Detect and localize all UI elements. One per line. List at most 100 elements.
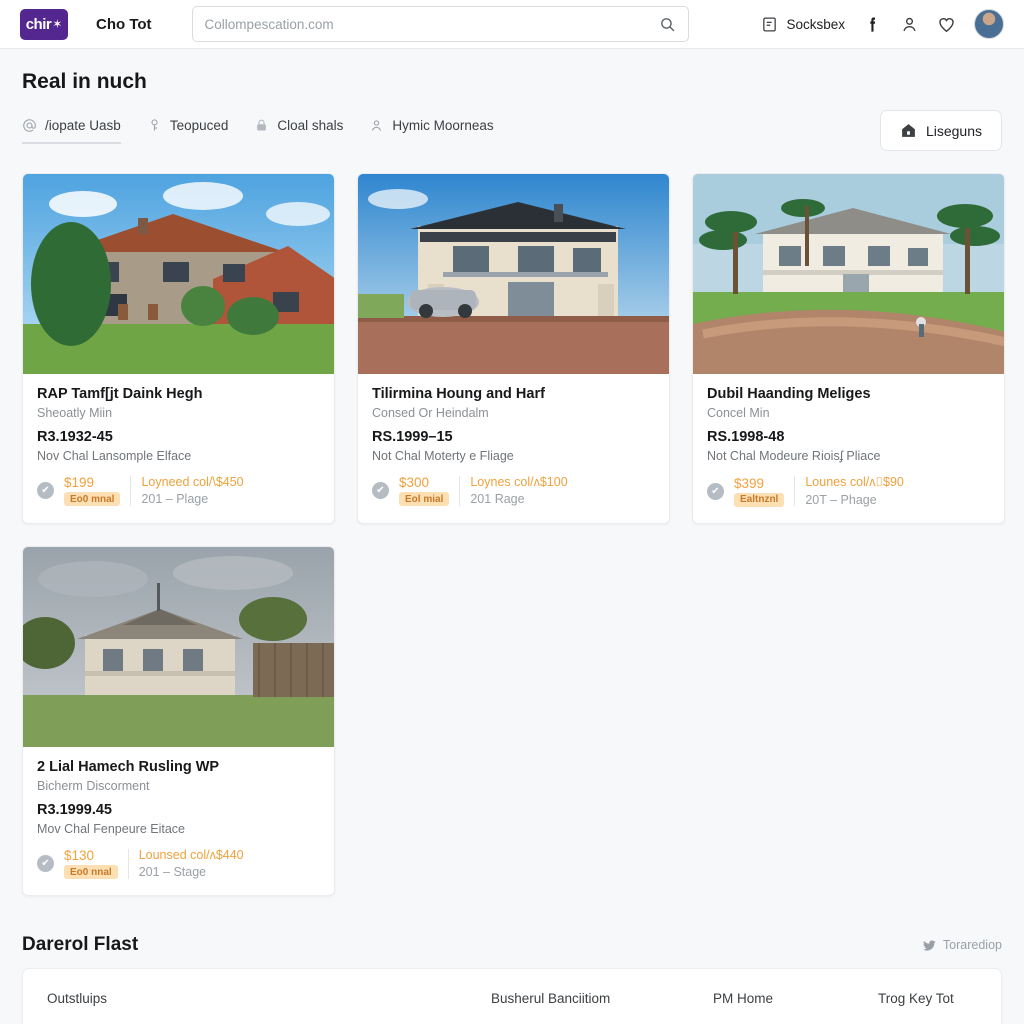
meta-info: Loynes col/ʌ$100 201 Rage [470, 475, 567, 506]
listing-meta-secondary: 201 – Stage [138, 865, 207, 879]
listings-button-label: Liseguns [925, 122, 982, 139]
listing-body: 2 Lial Hamech Rusling WP Bicherm Discorm… [23, 747, 334, 895]
listing-code: RS.1999–15 [372, 429, 453, 445]
listing-price: $300 [399, 475, 430, 490]
listing-description: Not Chal Modeure Rioisʄ Pliace [707, 449, 881, 463]
listing-subtitle: Sheoatly Miin [37, 406, 113, 420]
listing-photo [358, 174, 669, 374]
verified-check-icon: ✔ [372, 482, 389, 499]
search-input[interactable] [204, 16, 659, 32]
footer-link[interactable]: Trog Key Tot [878, 991, 977, 1006]
listing-body: RAP Tamf[jt Daink Hegh Sheoatly Miin R3.… [23, 374, 334, 522]
facebook-icon[interactable] [863, 15, 882, 34]
footer-column: PM Home Recuphts Bove [713, 991, 878, 1024]
listing-photo [23, 547, 334, 747]
at-icon [22, 118, 37, 133]
listing-meta: ✔ $130 Eo0 nnal Lounsed col/ʌ$440 201 – … [37, 848, 320, 879]
page-title: Real in nuch [22, 70, 147, 93]
house-icon [900, 122, 917, 139]
footer-link[interactable]: PM Home [713, 991, 878, 1006]
footer-column: Trog Key Tot Borjipsy Tata [878, 991, 977, 1024]
listing-badge: Eo0 nnal [64, 865, 118, 879]
listing-badge: Ealtnznl [734, 492, 785, 507]
footer-link[interactable]: Outstluips [47, 991, 491, 1006]
listing-title: Dubil Haanding Meliges [707, 386, 871, 402]
listing-description: Nov Chal Lansomple Elface [37, 449, 192, 463]
listing-card[interactable]: 2 Lial Hamech Rusling WP Bicherm Discorm… [22, 546, 335, 896]
listing-photo [23, 174, 334, 374]
price-block: $130 Eo0 nnal [64, 848, 118, 879]
tab-teopuced[interactable]: Teopuced [147, 117, 229, 144]
price-block: $300 Eol mial [399, 475, 450, 506]
verified-check-icon: ✔ [707, 482, 724, 500]
listing-description: Mov Chal Fenpeure Eitace [37, 822, 185, 836]
listing-price: $199 [64, 475, 95, 490]
listing-card[interactable]: Dubil Haanding Meliges Concel Min RS.199… [692, 173, 1005, 524]
listing-subtitle: Consed Or Heindalm [372, 406, 489, 420]
listing-card[interactable]: Tilirmina Houng and Harf Consed Or Heind… [357, 173, 670, 524]
page-content: Real in nuch /iopate Uasb Teopuced Cloal… [0, 70, 1024, 1024]
listing-meta: ✔ $399 Ealtnznl Lounes col/ʌ⌷$90 20T – P… [707, 475, 990, 507]
verified-check-icon: ✔ [37, 855, 54, 872]
listing-title: Tilirmina Houng and Harf [372, 386, 545, 402]
tab-label: Cloal shals [277, 117, 344, 133]
listing-title: RAP Tamf[jt Daink Hegh [37, 386, 203, 402]
price-block: $199 Eo0 mnal [64, 475, 121, 506]
meta-divider [459, 475, 461, 506]
meta-divider [127, 848, 129, 879]
notes-entry[interactable]: Socksbex [761, 16, 845, 33]
listing-meta-secondary: 201 – Plage [141, 492, 209, 506]
meta-info: Loyneed col/\$450 201 – Plage [141, 475, 243, 506]
footer-column: Busherul Banciitiom Roserith Raice antʃ … [491, 991, 713, 1024]
avatar[interactable] [974, 9, 1004, 39]
listings-button[interactable]: Liseguns [879, 110, 1002, 151]
tab-iopate-uasb[interactable]: /iopate Uasb [22, 118, 121, 144]
twitter-bird-icon [922, 938, 937, 953]
tabs-row: /iopate Uasb Teopuced Cloal shals Hymic … [22, 110, 1002, 151]
listing-body: Tilirmina Houng and Harf Consed Or Heind… [358, 374, 669, 522]
tab-hymic-moorneas[interactable]: Hymic Moorneas [369, 117, 494, 144]
brand-name: Cho Tot [96, 15, 152, 33]
tab-label: Hymic Moorneas [392, 117, 494, 133]
footer-column: Outstluips Real Soiner s· Van Bette To Y… [47, 991, 491, 1024]
listing-meta: ✔ $300 Eol mial Loynes col/ʌ$100 201 Rag… [372, 475, 655, 506]
listing-meta-primary: Loynes col/ʌ$100 [470, 475, 568, 489]
logo-text: chir [25, 15, 52, 33]
key-icon [147, 118, 162, 133]
listing-body: Dubil Haanding Meliges Concel Min RS.199… [693, 374, 1004, 523]
user-icon[interactable] [900, 15, 919, 34]
meta-info: Lounes col/ʌ⌷$90 20T – Phage [805, 475, 904, 507]
listing-photo [693, 174, 1004, 374]
listing-badge: Eo0 mnal [64, 492, 121, 506]
listing-meta-primary: Lounsed col/ʌ$440 [138, 848, 244, 862]
listing-badge: Eol mial [399, 492, 450, 506]
listing-meta-secondary: 201 Rage [470, 492, 525, 506]
listing-subtitle: Bicherm Discorment [37, 779, 150, 793]
notes-label: Socksbex [786, 16, 845, 32]
footer-social[interactable]: Torarediop [922, 938, 1002, 953]
tab-cloal-shals[interactable]: Cloal shals [254, 118, 343, 144]
listing-grid: RAP Tamf[jt Daink Hegh Sheoatly Miin R3.… [22, 173, 1005, 896]
listing-meta-secondary: 20T – Phage [805, 493, 877, 507]
tabs: /iopate Uasb Teopuced Cloal shals Hymic … [22, 118, 494, 144]
listing-subtitle: Concel Min [707, 406, 770, 420]
app-header: chir ✶ Cho Tot Socksbex [0, 0, 1024, 49]
logo-star-icon: ✶ [52, 17, 63, 31]
note-icon [761, 16, 778, 33]
listing-card[interactable]: RAP Tamf[jt Daink Hegh Sheoatly Miin R3.… [22, 173, 335, 524]
heart-icon[interactable] [937, 15, 956, 34]
search-icon[interactable] [659, 16, 676, 33]
search-bar[interactable] [191, 6, 689, 42]
listing-code: R3.1999.45 [37, 802, 112, 818]
meta-divider [794, 476, 796, 506]
listing-code: RS.1998-48 [707, 429, 785, 445]
brand-logo[interactable]: chir ✶ [20, 8, 68, 40]
tab-label: /iopate Uasb [45, 117, 121, 133]
listing-code: R3.1932-45 [37, 429, 113, 445]
price-block: $399 Ealtnznl [734, 476, 785, 507]
listing-description: Not Chal Moterty e Fliage [372, 449, 514, 463]
lock-icon [254, 118, 269, 133]
tab-label: Teopuced [169, 117, 229, 133]
footer-title: Darerol Flast [22, 934, 139, 955]
footer-link[interactable]: Busherul Banciitiom [491, 991, 713, 1006]
